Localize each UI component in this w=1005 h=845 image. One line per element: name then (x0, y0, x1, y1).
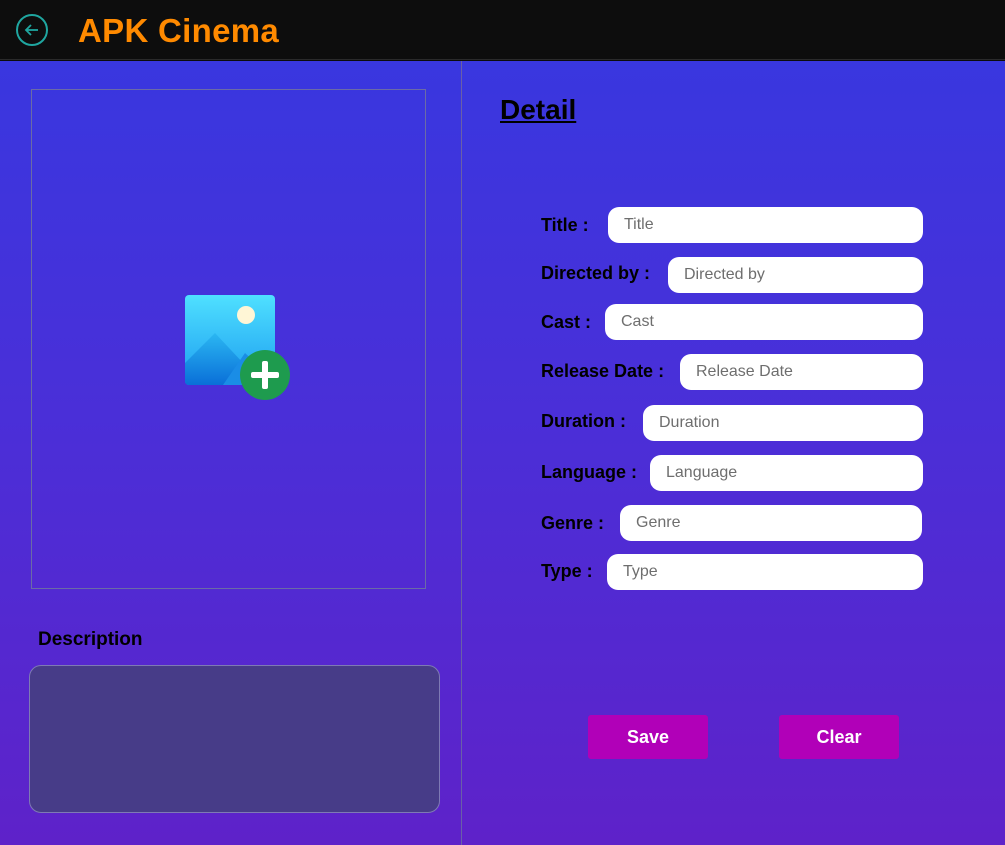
poster-image-dropzone[interactable] (31, 89, 426, 589)
title-bar: APK Cinema (0, 0, 1005, 60)
title-label: Title : (541, 215, 589, 235)
genre-label: Genre : (541, 513, 605, 533)
type-label: Type : (541, 561, 593, 581)
clear-button[interactable]: Clear (779, 715, 899, 759)
release-date-label: Release Date : (541, 361, 665, 381)
type-input[interactable] (607, 554, 923, 590)
description-label: Description (38, 629, 143, 650)
image-add-icon (185, 295, 290, 400)
language-input[interactable] (650, 455, 923, 491)
save-button[interactable]: Save (588, 715, 708, 759)
directed-by-input[interactable] (668, 257, 923, 293)
detail-heading: Detail (500, 94, 577, 125)
duration-input[interactable] (643, 405, 923, 441)
directed-by-label: Directed by : (541, 263, 651, 283)
cast-label: Cast : (541, 312, 592, 332)
main-content: Description Detail Title : Directed by :… (0, 61, 1005, 845)
description-textarea[interactable] (29, 665, 440, 813)
arrow-left-icon (24, 24, 38, 36)
duration-label: Duration : (541, 411, 626, 431)
genre-input[interactable] (620, 505, 922, 541)
cast-input[interactable] (605, 304, 923, 340)
app-title: APK Cinema (78, 12, 280, 49)
language-label: Language : (541, 462, 638, 482)
back-button[interactable] (16, 14, 48, 46)
panel-divider (461, 61, 462, 845)
release-date-input[interactable] (680, 354, 923, 390)
title-input[interactable] (608, 207, 923, 243)
